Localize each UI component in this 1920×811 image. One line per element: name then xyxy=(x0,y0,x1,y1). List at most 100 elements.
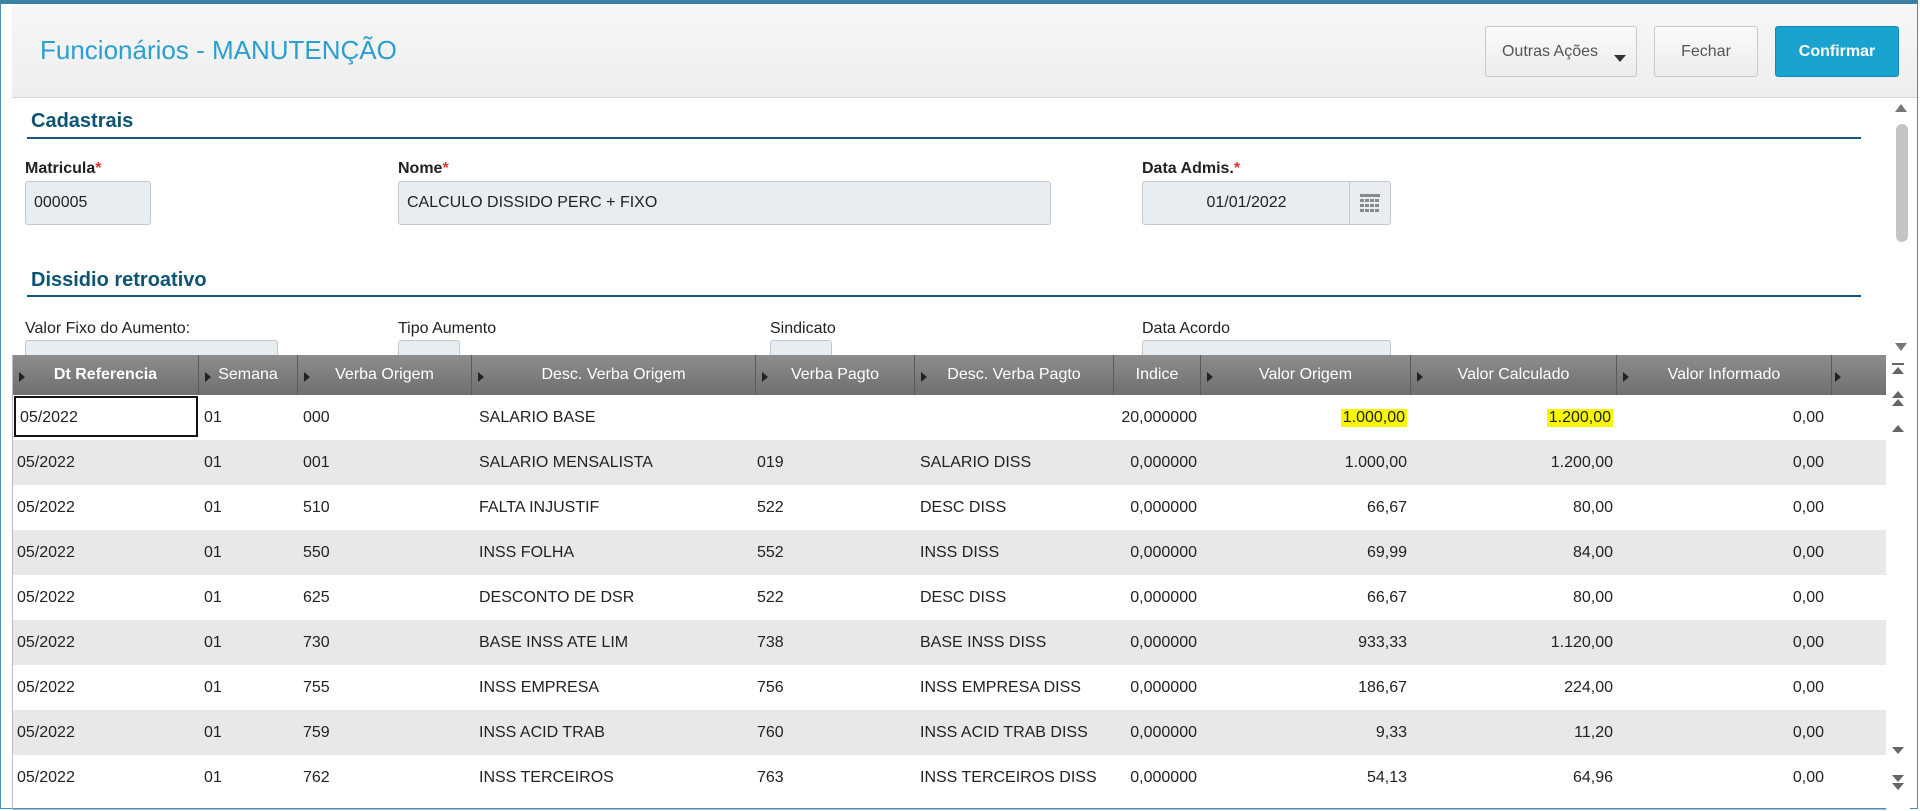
table-cell: FALTA INJUSTIF xyxy=(479,498,600,516)
page-up-icon[interactable] xyxy=(1891,391,1905,406)
table-row[interactable]: 05/2022 01 550 INSS FOLHA 552 INSS DISS 0,0000… xyxy=(13,530,1886,575)
table-cell: 0,00 xyxy=(1792,678,1824,696)
column-header[interactable]: Valor Informado xyxy=(1617,355,1832,395)
highlighted-value: 1.000,00 xyxy=(1340,408,1407,427)
table-cell: 69,99 xyxy=(1366,543,1407,561)
grid-header: Dt Referencia Semana Verba Origem Desc. Ver… xyxy=(13,355,1886,395)
form-scrollbar[interactable] xyxy=(1893,100,1909,355)
table-cell: 0,00 xyxy=(1792,543,1824,561)
table-cell: 64,96 xyxy=(1572,768,1613,786)
data-admis-field[interactable]: 01/01/2022 xyxy=(1142,181,1391,225)
table-cell: 933,33 xyxy=(1358,633,1407,651)
column-header[interactable]: Semana xyxy=(199,355,298,395)
table-cell: 762 xyxy=(303,768,330,786)
matricula-field[interactable]: 000005 xyxy=(25,181,151,225)
table-cell: 760 xyxy=(757,723,784,741)
sort-arrow-icon[interactable] xyxy=(304,372,310,382)
table-cell: 0,00 xyxy=(1792,633,1824,651)
table-cell: INSS ACID TRAB DISS xyxy=(920,723,1088,741)
table-cell: 05/2022 xyxy=(17,678,75,696)
column-header[interactable]: Dt Referencia xyxy=(13,355,199,395)
valor-fixo-label: Valor Fixo do Aumento: xyxy=(25,320,191,337)
confirm-button[interactable]: Confirmar xyxy=(1775,26,1899,77)
table-cell: 11,20 xyxy=(1574,723,1613,741)
column-header[interactable]: Valor Origem xyxy=(1201,355,1411,395)
more-actions-label: Outras Ações xyxy=(1501,42,1599,60)
table-cell: SALARIO DISS xyxy=(920,453,1032,471)
table-cell: SALARIO MENSALISTA xyxy=(479,453,653,471)
table-cell: DESC DISS xyxy=(920,588,1007,606)
table-row[interactable]: 05/2022 01 625 DESCONTO DE DSR 522 DESC DISS 0… xyxy=(13,575,1886,620)
table-cell: 05/2022 xyxy=(17,498,75,516)
data-acordo-label: Data Acordo xyxy=(1142,320,1231,337)
table-cell: 0,000000 xyxy=(1130,543,1197,561)
close-button[interactable]: Fechar xyxy=(1654,26,1758,77)
table-cell: 552 xyxy=(757,543,784,561)
table-cell: INSS TERCEIROS DISS xyxy=(920,768,1097,786)
table-cell: DESC DISS xyxy=(920,498,1007,516)
column-header[interactable]: Valor Calculado xyxy=(1411,355,1617,395)
table-cell: BASE INSS ATE LIM xyxy=(479,633,629,651)
sort-arrow-icon[interactable] xyxy=(478,372,484,382)
tipo-aumento-label: Tipo Aumento xyxy=(398,320,497,337)
table-row[interactable]: 05/2022 01 730 BASE INSS ATE LIM 738 BASE INS… xyxy=(13,620,1886,665)
grid-scrollbar[interactable] xyxy=(1886,355,1910,809)
table-cell: 01 xyxy=(204,543,222,561)
table-cell: 05/2022 xyxy=(17,723,75,741)
scroll-up-icon[interactable] xyxy=(1891,425,1905,432)
sindicato-label: Sindicato xyxy=(770,320,836,337)
table-cell: INSS EMPRESA xyxy=(479,678,600,696)
nome-label: Nome* xyxy=(398,160,449,177)
page-title: Funcionários - MANUTENÇÃO xyxy=(40,35,397,65)
scroll-thumb[interactable] xyxy=(1896,124,1908,242)
table-cell: 000 xyxy=(303,408,330,426)
sort-arrow-icon[interactable] xyxy=(19,372,25,382)
table-cell: 01 xyxy=(204,453,222,471)
sort-arrow-icon[interactable] xyxy=(762,372,768,382)
selected-cell-outline xyxy=(14,396,198,437)
column-header[interactable]: Indice xyxy=(1114,355,1201,395)
table-row[interactable]: 05/2022 01 001 SALARIO MENSALISTA 019 SALARIO… xyxy=(13,440,1886,485)
table-row[interactable]: 05/2022 01 000 SALARIO BASE 20,000000 1.000,0… xyxy=(13,395,1886,440)
sort-arrow-icon[interactable] xyxy=(921,372,927,382)
column-header[interactable]: Desc. Verba Origem xyxy=(472,355,756,395)
section-divider xyxy=(27,137,1861,139)
sort-arrow-icon[interactable] xyxy=(205,372,211,382)
scroll-up-icon[interactable] xyxy=(1895,104,1907,112)
table-cell: 019 xyxy=(757,453,784,471)
sort-arrow-icon[interactable] xyxy=(1623,372,1629,382)
table-row[interactable]: 05/2022 01 759 INSS ACID TRAB 760 INSS ACID T… xyxy=(13,710,1886,755)
table-cell: SALARIO BASE xyxy=(479,408,596,426)
table-cell: 01 xyxy=(204,678,222,696)
table-cell: 0,00 xyxy=(1792,453,1824,471)
page-down-icon[interactable] xyxy=(1891,775,1905,790)
scroll-down-icon[interactable] xyxy=(1895,343,1907,351)
table-cell: 550 xyxy=(303,543,330,561)
table-cell: 186,67 xyxy=(1358,678,1407,696)
table-cell: 20,000000 xyxy=(1121,408,1197,426)
table-row[interactable]: 05/2022 01 510 FALTA INJUSTIF 522 DESC DISS 0,… xyxy=(13,485,1886,530)
table-cell: INSS TERCEIROS xyxy=(479,768,614,786)
column-header[interactable]: Desc. Verba Pagto xyxy=(915,355,1114,395)
data-admis-label: Data Admis.* xyxy=(1142,160,1241,177)
scroll-down-icon[interactable] xyxy=(1891,747,1905,754)
sort-arrow-icon[interactable] xyxy=(1417,372,1423,382)
scroll-top-icon[interactable] xyxy=(1891,363,1905,374)
table-cell: 0,00 xyxy=(1792,408,1824,426)
table-cell: 54,13 xyxy=(1366,768,1407,786)
sort-arrow-icon[interactable] xyxy=(1835,372,1841,382)
calendar-icon[interactable] xyxy=(1349,182,1390,224)
table-cell: 755 xyxy=(303,678,330,696)
matricula-label: Matricula* xyxy=(25,160,102,177)
table-cell: 05/2022 xyxy=(17,768,75,786)
table-cell: 01 xyxy=(204,633,222,651)
table-cell: 522 xyxy=(757,588,784,606)
table-row[interactable]: 05/2022 01 762 INSS TERCEIROS 763 INSS TERCEI… xyxy=(13,755,1886,800)
more-actions-button[interactable]: Outras Ações xyxy=(1485,26,1637,77)
column-header[interactable]: Verba Pagto xyxy=(756,355,915,395)
nome-field[interactable]: CALCULO DISSIDO PERC + FIXO xyxy=(398,181,1051,225)
column-header[interactable]: Verba Origem xyxy=(298,355,472,395)
table-row[interactable]: 05/2022 01 755 INSS EMPRESA 756 INSS EMPRESA … xyxy=(13,665,1886,710)
sort-arrow-icon[interactable] xyxy=(1207,372,1213,382)
table-cell: 80,00 xyxy=(1572,588,1613,606)
